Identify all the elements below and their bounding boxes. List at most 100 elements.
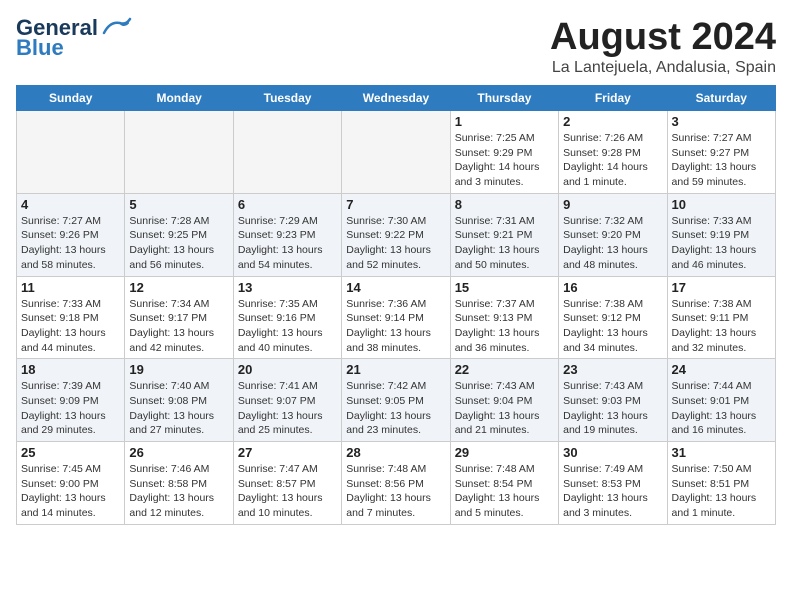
calendar-day-cell: 12 Sunrise: 7:34 AM Sunset: 9:17 PM Dayli… [125,276,233,359]
day-number: 27 [238,445,337,460]
calendar-day-cell: 6 Sunrise: 7:29 AM Sunset: 9:23 PM Daylig… [233,193,341,276]
day-info: Sunrise: 7:37 AM Sunset: 9:13 PM Dayligh… [455,297,554,356]
col-sunday: Sunday [17,86,125,111]
calendar-week-row: 1 Sunrise: 7:25 AM Sunset: 9:29 PM Daylig… [17,111,776,194]
day-number: 17 [672,280,771,295]
calendar-day-cell: 10Sunrise: 7:33 AM Sunset: 9:19 PM Dayli… [667,193,775,276]
day-info: Sunrise: 7:27 AM Sunset: 9:27 PM Dayligh… [672,131,771,190]
calendar-day-cell: 5 Sunrise: 7:28 AM Sunset: 9:25 PM Daylig… [125,193,233,276]
day-number: 24 [672,362,771,377]
day-number: 19 [129,362,228,377]
day-number: 12 [129,280,228,295]
calendar-day-cell: 18 Sunrise: 7:39 AM Sunset: 9:09 PM Dayli… [17,359,125,442]
calendar-day-cell: 24 Sunrise: 7:44 AM Sunset: 9:01 PM Dayli… [667,359,775,442]
day-info: Sunrise: 7:33 AM Sunset: 9:19 PM Dayligh… [672,214,771,273]
calendar-day-cell: 31 Sunrise: 7:50 AM Sunset: 8:51 PM Dayli… [667,442,775,525]
calendar-day-cell: 9Sunrise: 7:32 AM Sunset: 9:20 PM Daylig… [559,193,667,276]
day-info: Sunrise: 7:34 AM Sunset: 9:17 PM Dayligh… [129,297,228,356]
day-number: 1 [455,114,554,129]
day-info: Sunrise: 7:44 AM Sunset: 9:01 PM Dayligh… [672,379,771,438]
day-number: 30 [563,445,662,460]
col-tuesday: Tuesday [233,86,341,111]
col-monday: Monday [125,86,233,111]
day-info: Sunrise: 7:39 AM Sunset: 9:09 PM Dayligh… [21,379,120,438]
calendar-day-cell: 3Sunrise: 7:27 AM Sunset: 9:27 PM Daylig… [667,111,775,194]
day-info: Sunrise: 7:47 AM Sunset: 8:57 PM Dayligh… [238,462,337,521]
calendar-day-cell: 25 Sunrise: 7:45 AM Sunset: 9:00 PM Dayli… [17,442,125,525]
day-info: Sunrise: 7:28 AM Sunset: 9:25 PM Dayligh… [129,214,228,273]
day-info: Sunrise: 7:40 AM Sunset: 9:08 PM Dayligh… [129,379,228,438]
calendar-day-cell: 8Sunrise: 7:31 AM Sunset: 9:21 PM Daylig… [450,193,558,276]
day-number: 31 [672,445,771,460]
day-info: Sunrise: 7:29 AM Sunset: 9:23 PM Dayligh… [238,214,337,273]
calendar-day-cell: 2 Sunrise: 7:26 AM Sunset: 9:28 PM Daylig… [559,111,667,194]
day-number: 5 [129,197,228,212]
calendar-day-cell [17,111,125,194]
logo-blue: Blue [16,36,64,60]
calendar-day-cell: 14Sunrise: 7:36 AM Sunset: 9:14 PM Dayli… [342,276,450,359]
day-number: 13 [238,280,337,295]
day-info: Sunrise: 7:48 AM Sunset: 8:54 PM Dayligh… [455,462,554,521]
calendar-day-cell: 30 Sunrise: 7:49 AM Sunset: 8:53 PM Dayli… [559,442,667,525]
day-info: Sunrise: 7:49 AM Sunset: 8:53 PM Dayligh… [563,462,662,521]
day-number: 2 [563,114,662,129]
day-info: Sunrise: 7:42 AM Sunset: 9:05 PM Dayligh… [346,379,445,438]
day-number: 16 [563,280,662,295]
day-info: Sunrise: 7:38 AM Sunset: 9:11 PM Dayligh… [672,297,771,356]
day-number: 4 [21,197,120,212]
calendar-day-cell: 13 Sunrise: 7:35 AM Sunset: 9:16 PM Dayli… [233,276,341,359]
logo: General Blue [16,16,132,60]
calendar-day-cell: 28 Sunrise: 7:48 AM Sunset: 8:56 PM Dayli… [342,442,450,525]
day-number: 18 [21,362,120,377]
day-info: Sunrise: 7:25 AM Sunset: 9:29 PM Dayligh… [455,131,554,190]
calendar-week-row: 18 Sunrise: 7:39 AM Sunset: 9:09 PM Dayli… [17,359,776,442]
day-info: Sunrise: 7:27 AM Sunset: 9:26 PM Dayligh… [21,214,120,273]
calendar-day-cell: 4 Sunrise: 7:27 AM Sunset: 9:26 PM Daylig… [17,193,125,276]
calendar-day-cell: 1 Sunrise: 7:25 AM Sunset: 9:29 PM Daylig… [450,111,558,194]
calendar-day-cell: 27 Sunrise: 7:47 AM Sunset: 8:57 PM Dayli… [233,442,341,525]
day-number: 6 [238,197,337,212]
month-year-title: August 2024 [550,16,776,59]
day-info: Sunrise: 7:32 AM Sunset: 9:20 PM Dayligh… [563,214,662,273]
day-info: Sunrise: 7:43 AM Sunset: 9:04 PM Dayligh… [455,379,554,438]
day-number: 22 [455,362,554,377]
day-number: 28 [346,445,445,460]
calendar-day-cell: 21Sunrise: 7:42 AM Sunset: 9:05 PM Dayli… [342,359,450,442]
location-subtitle: La Lantejuela, Andalusia, Spain [550,59,776,77]
day-number: 11 [21,280,120,295]
day-number: 25 [21,445,120,460]
calendar-day-cell: 11Sunrise: 7:33 AM Sunset: 9:18 PM Dayli… [17,276,125,359]
day-number: 20 [238,362,337,377]
day-info: Sunrise: 7:41 AM Sunset: 9:07 PM Dayligh… [238,379,337,438]
calendar-day-cell: 29Sunrise: 7:48 AM Sunset: 8:54 PM Dayli… [450,442,558,525]
calendar-day-cell: 19 Sunrise: 7:40 AM Sunset: 9:08 PM Dayli… [125,359,233,442]
calendar-day-cell: 17 Sunrise: 7:38 AM Sunset: 9:11 PM Dayli… [667,276,775,359]
calendar-week-row: 11Sunrise: 7:33 AM Sunset: 9:18 PM Dayli… [17,276,776,359]
day-info: Sunrise: 7:43 AM Sunset: 9:03 PM Dayligh… [563,379,662,438]
col-wednesday: Wednesday [342,86,450,111]
day-info: Sunrise: 7:38 AM Sunset: 9:12 PM Dayligh… [563,297,662,356]
logo-bird-icon [100,15,132,37]
day-info: Sunrise: 7:46 AM Sunset: 8:58 PM Dayligh… [129,462,228,521]
day-number: 14 [346,280,445,295]
day-number: 23 [563,362,662,377]
page-header: General Blue August 2024 La Lantejuela, … [16,16,776,77]
day-info: Sunrise: 7:26 AM Sunset: 9:28 PM Dayligh… [563,131,662,190]
calendar-day-cell: 26Sunrise: 7:46 AM Sunset: 8:58 PM Dayli… [125,442,233,525]
col-thursday: Thursday [450,86,558,111]
day-info: Sunrise: 7:48 AM Sunset: 8:56 PM Dayligh… [346,462,445,521]
calendar-day-cell: 7Sunrise: 7:30 AM Sunset: 9:22 PM Daylig… [342,193,450,276]
day-info: Sunrise: 7:45 AM Sunset: 9:00 PM Dayligh… [21,462,120,521]
calendar-header-row: Sunday Monday Tuesday Wednesday Thursday… [17,86,776,111]
col-saturday: Saturday [667,86,775,111]
calendar-day-cell: 23 Sunrise: 7:43 AM Sunset: 9:03 PM Dayli… [559,359,667,442]
col-friday: Friday [559,86,667,111]
day-info: Sunrise: 7:35 AM Sunset: 9:16 PM Dayligh… [238,297,337,356]
day-number: 7 [346,197,445,212]
day-info: Sunrise: 7:50 AM Sunset: 8:51 PM Dayligh… [672,462,771,521]
calendar-day-cell [342,111,450,194]
title-area: August 2024 La Lantejuela, Andalusia, Sp… [550,16,776,77]
day-number: 15 [455,280,554,295]
calendar-week-row: 25 Sunrise: 7:45 AM Sunset: 9:00 PM Dayli… [17,442,776,525]
calendar-day-cell [125,111,233,194]
